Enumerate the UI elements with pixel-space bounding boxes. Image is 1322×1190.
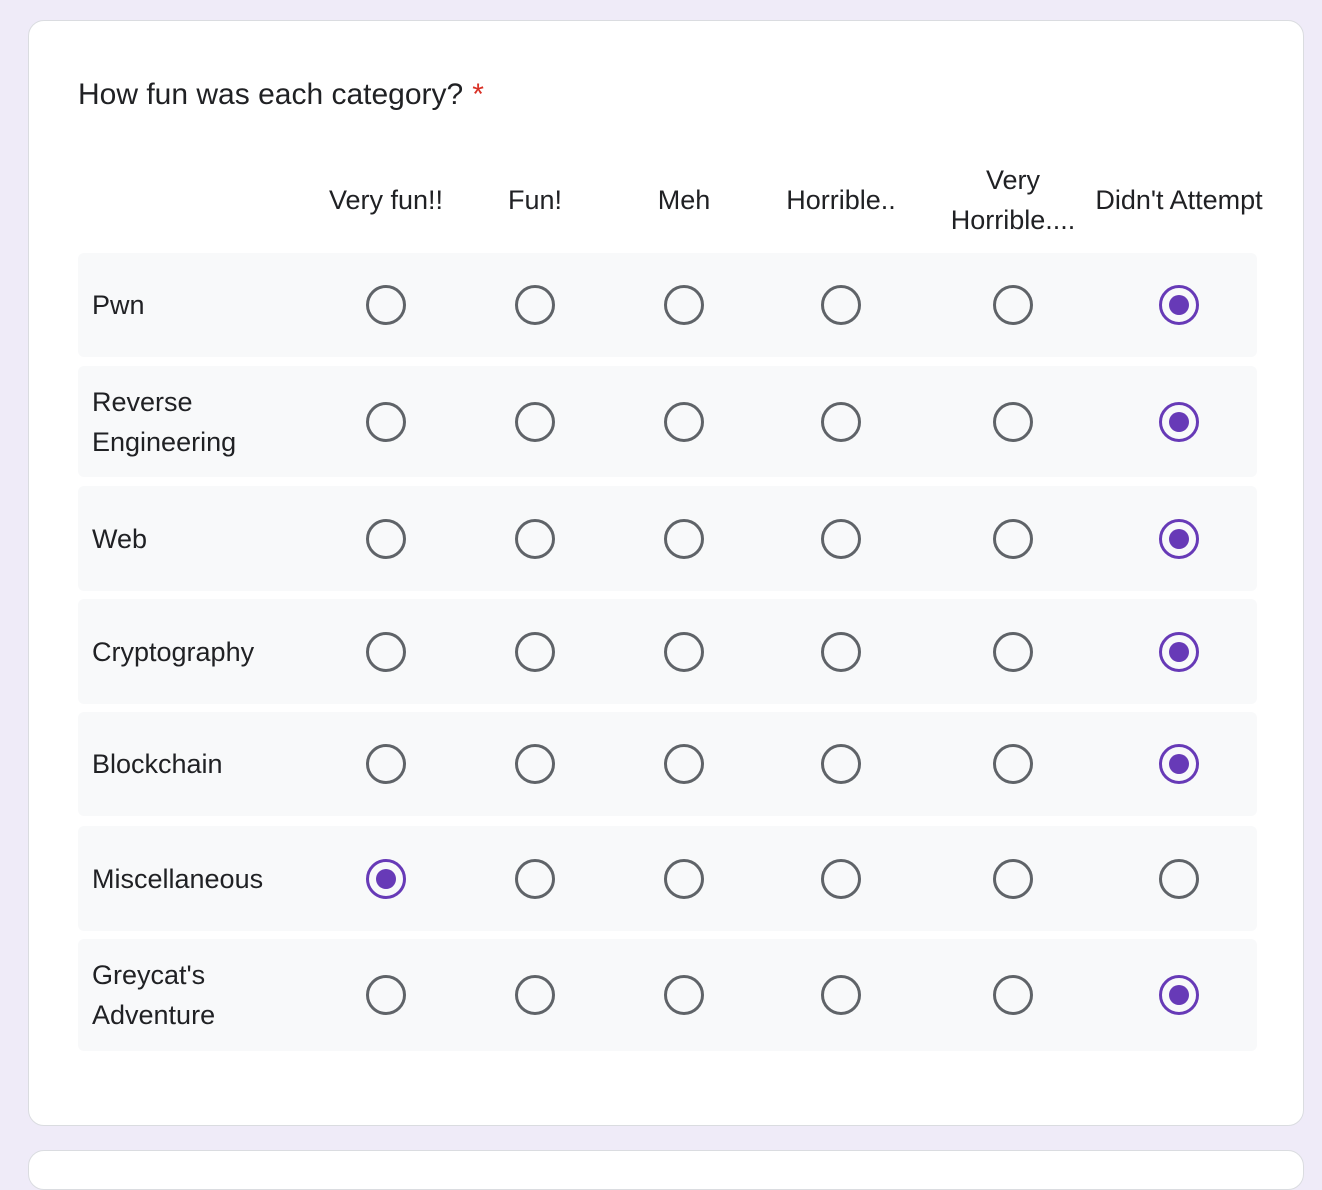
radio-greycats-adventure-horrible[interactable]: [821, 975, 861, 1015]
radio-reverse-engineering-very-fun[interactable]: [366, 401, 406, 442]
radio-blockchain-horrible[interactable]: [821, 744, 861, 784]
radio-reverse-engineering-meh[interactable]: [664, 401, 704, 442]
required-asterisk: *: [472, 78, 484, 111]
radio-greycats-adventure-didnt-attempt[interactable]: [1159, 975, 1199, 1015]
next-question-card: [28, 1150, 1304, 1190]
radio-reverse-engineering-didnt-attempt[interactable]: [1159, 401, 1199, 442]
radio-pwn-very-fun[interactable]: [366, 285, 406, 325]
radio-web-fun[interactable]: [515, 518, 555, 559]
radio-cryptography-meh[interactable]: [664, 631, 704, 672]
radio-miscellaneous-very-horrible[interactable]: [993, 858, 1033, 899]
grid-row-greycats-adventure: Greycat's Adventure: [78, 939, 1257, 1051]
grid-row-reverse-engineering: Reverse Engineering: [78, 366, 1257, 477]
row-label: Greycat's Adventure: [92, 960, 216, 1030]
grid-row-web: Web: [78, 486, 1257, 591]
question-text: How fun was each category?: [78, 78, 464, 111]
grid-row-cryptography: Cryptography: [78, 599, 1257, 704]
radio-pwn-horrible[interactable]: [821, 285, 861, 325]
radio-greycats-adventure-very-fun[interactable]: [366, 975, 406, 1015]
radio-miscellaneous-very-fun[interactable]: [366, 858, 406, 899]
column-header-horrible: Horrible..: [786, 185, 896, 215]
radio-pwn-meh[interactable]: [664, 285, 704, 325]
question-card: How fun was each category? * Very fun!! F…: [28, 20, 1304, 1126]
row-label: Web: [92, 523, 148, 554]
row-label: Reverse Engineering: [92, 386, 237, 457]
radio-blockchain-fun[interactable]: [515, 744, 555, 784]
radio-reverse-engineering-fun[interactable]: [515, 401, 555, 442]
radio-web-very-horrible[interactable]: [993, 518, 1033, 559]
grid-row-pwn: Pwn: [78, 253, 1257, 357]
radio-web-horrible[interactable]: [821, 518, 861, 559]
radio-web-very-fun[interactable]: [366, 518, 406, 559]
row-label: Blockchain: [92, 749, 223, 779]
column-header-fun: Fun!: [507, 185, 563, 215]
row-label: Miscellaneous: [92, 863, 264, 894]
radio-miscellaneous-fun[interactable]: [515, 858, 555, 899]
grid-row-miscellaneous: Miscellaneous: [78, 826, 1257, 931]
radio-blockchain-meh[interactable]: [664, 744, 704, 784]
radio-cryptography-horrible[interactable]: [821, 631, 861, 672]
row-label: Pwn: [92, 290, 145, 320]
radio-miscellaneous-horrible[interactable]: [821, 858, 861, 899]
radio-cryptography-didnt-attempt[interactable]: [1159, 631, 1199, 672]
column-header-very-horrible: Very Horrible....: [950, 165, 1076, 235]
radio-blockchain-very-horrible[interactable]: [993, 744, 1033, 784]
radio-blockchain-didnt-attempt[interactable]: [1159, 744, 1199, 784]
radio-reverse-engineering-horrible[interactable]: [821, 401, 861, 442]
radio-cryptography-very-horrible[interactable]: [993, 631, 1033, 672]
radio-miscellaneous-didnt-attempt[interactable]: [1159, 858, 1199, 899]
radio-cryptography-very-fun[interactable]: [366, 631, 406, 672]
radio-pwn-didnt-attempt[interactable]: [1159, 285, 1199, 325]
radio-greycats-adventure-fun[interactable]: [515, 975, 555, 1015]
radio-greycats-adventure-very-horrible[interactable]: [993, 975, 1033, 1015]
column-header-didnt-attempt: Didn't Attempt: [1095, 185, 1263, 215]
column-header-meh: Meh: [657, 185, 711, 215]
radio-web-didnt-attempt[interactable]: [1159, 518, 1199, 559]
radio-cryptography-fun[interactable]: [515, 631, 555, 672]
radio-pwn-very-horrible[interactable]: [993, 285, 1033, 325]
radio-miscellaneous-meh[interactable]: [664, 858, 704, 899]
row-label: Cryptography: [92, 636, 255, 667]
column-header-very-fun: Very fun!!: [328, 185, 444, 215]
radio-blockchain-very-fun[interactable]: [366, 744, 406, 784]
grid-row-blockchain: Blockchain: [78, 712, 1257, 816]
radio-greycats-adventure-meh[interactable]: [664, 975, 704, 1015]
radio-reverse-engineering-very-horrible[interactable]: [993, 401, 1033, 442]
question-title: How fun was each category? *: [78, 75, 484, 115]
radio-pwn-fun[interactable]: [515, 285, 555, 325]
radio-web-meh[interactable]: [664, 518, 704, 559]
